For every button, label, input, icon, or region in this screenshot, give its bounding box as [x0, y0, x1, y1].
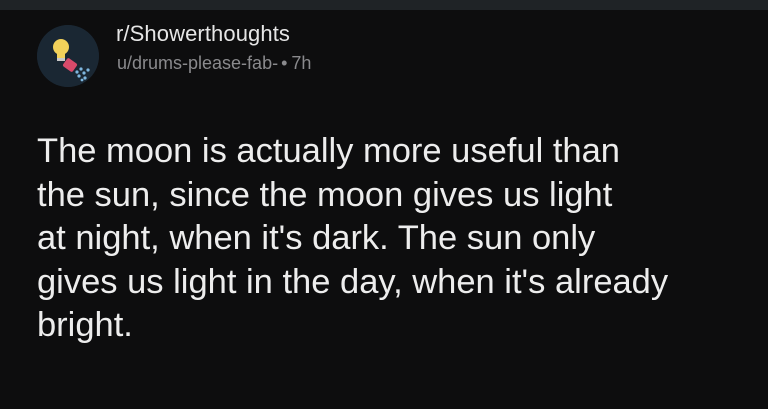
post-body: The moon is actually more useful than th…	[37, 130, 757, 348]
post-body-line: bright.	[37, 306, 133, 344]
post-body-line: at night, when it's dark. The sun only	[37, 219, 596, 257]
subreddit-name[interactable]: r/Showerthoughts	[116, 21, 290, 47]
post-body-line: the sun, since the moon gives us light	[37, 175, 613, 214]
post-card[interactable]: r/Showerthoughts u/drums-please-fab- • 7h …	[0, 10, 768, 409]
post-age: 7h	[291, 53, 312, 73]
post-meta: u/drums-please-fab- • 7h	[117, 53, 311, 74]
post-body-line: gives us light in the day, when it's alr…	[37, 262, 669, 301]
author-name[interactable]: u/drums-please-fab-	[117, 53, 278, 73]
subreddit-avatar[interactable]	[37, 25, 99, 87]
meta-separator: •	[281, 53, 288, 73]
post-body-line: The moon is actually more useful than	[37, 132, 620, 170]
shower-head-lightbulb-icon	[37, 25, 99, 87]
top-bar	[0, 0, 768, 10]
